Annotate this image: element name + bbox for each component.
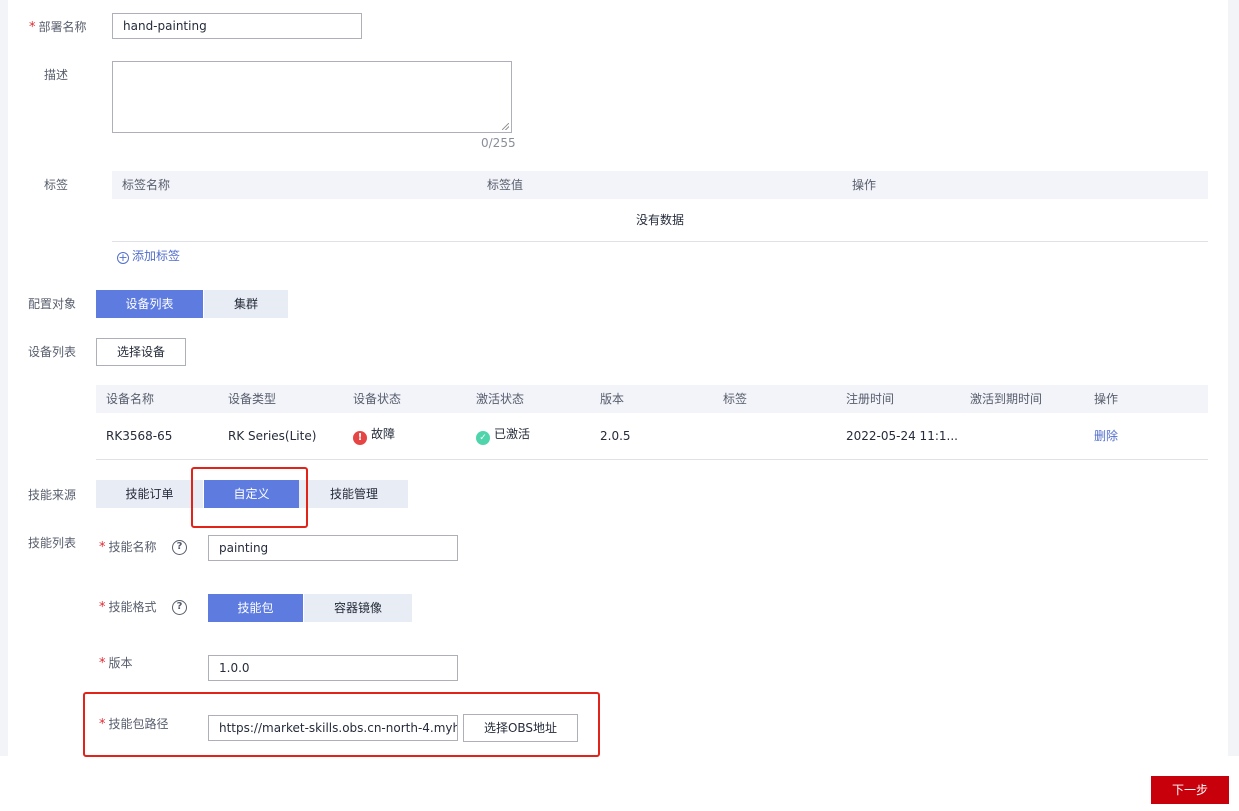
required-icon: * [99,600,106,615]
highlight-box-custom [191,467,308,528]
left-gutter [0,0,8,756]
add-tag-text: 添加标签 [132,249,181,263]
tag-col-name: 标签名称 [122,178,171,192]
device-table: 设备名称 设备类型 设备状态 激活状态 版本 标签 注册时间 激活到期时间 操作… [96,385,1208,460]
skill-format-help[interactable]: ? [172,598,187,615]
device-name-cell: RK3568-65 [106,429,173,443]
select-device-button[interactable]: 选择设备 [96,338,186,366]
deploy-name-label-text: 部署名称 [38,20,87,34]
skill-format-container[interactable]: 容器镜像 [304,594,412,622]
add-circle-icon: + [117,251,129,264]
tag-col-value: 标签值 [487,178,524,192]
config-target-cluster[interactable]: 集群 [204,290,288,318]
version-input[interactable]: 1.0.0 [208,655,458,681]
description-textarea[interactable] [112,61,512,133]
skill-format-package[interactable]: 技能包 [208,594,303,622]
device-col-version: 版本 [600,392,625,406]
description-counter: 0/255 [481,136,516,150]
device-activation-cell: ✓ 已激活 [476,426,530,445]
version-label-text: 版本 [108,656,133,670]
config-target-label: 配置对象 [28,297,77,311]
table-row: RK3568-65 RK Series(Lite) ! 故障 ✓ 已激活 2.0.5… [96,413,1208,459]
next-step-button[interactable]: 下一步 [1151,776,1229,804]
device-col-expiry: 激活到期时间 [970,392,1043,406]
skill-name-help[interactable]: ? [172,538,187,555]
skill-source-order[interactable]: 技能订单 [96,480,203,508]
check-circle-icon: ✓ [476,431,490,445]
device-col-activation: 激活状态 [476,392,525,406]
device-activation-text: 已激活 [494,427,531,441]
required-icon: * [99,540,106,555]
deploy-name-input[interactable]: hand-painting [112,13,362,39]
deploy-name-label: * 部署名称 [29,19,87,36]
device-col-action: 操作 [1094,392,1119,406]
resize-handle-icon[interactable] [502,123,509,130]
right-gutter [1228,0,1239,756]
device-registered-cell: 2022-05-24 11:1... [846,429,958,443]
delete-device-link[interactable]: 删除 [1094,428,1118,444]
device-list-label: 设备列表 [28,345,77,359]
device-status-text: 故障 [371,427,396,441]
tag-col-action: 操作 [852,178,877,192]
error-icon: ! [353,431,367,445]
device-table-header: 设备名称 设备类型 设备状态 激活状态 版本 标签 注册时间 激活到期时间 操作 [96,385,1208,413]
help-icon: ? [172,600,187,615]
tag-table: 标签名称 标签值 操作 没有数据 [112,171,1208,242]
description-label: 描述 [44,68,69,82]
version-label: * 版本 [99,655,133,672]
device-status-cell: ! 故障 [353,426,395,445]
device-col-type: 设备类型 [228,392,277,406]
device-type-cell: RK Series(Lite) [228,429,317,443]
skill-name-input[interactable]: painting [208,535,458,561]
skill-list-label: 技能列表 [28,536,77,550]
required-icon: * [99,656,106,671]
skill-source-management[interactable]: 技能管理 [300,480,408,508]
highlight-box-package-path [83,692,600,757]
required-icon: * [29,20,36,35]
tag-label: 标签 [44,178,69,192]
skill-source-label: 技能来源 [28,488,77,502]
skill-name-label-text: 技能名称 [108,540,157,554]
add-tag-link[interactable]: + 添加标签 [117,248,180,264]
device-col-registered: 注册时间 [846,392,895,406]
tag-table-empty: 没有数据 [635,213,684,227]
help-icon: ? [172,540,187,555]
device-col-name: 设备名称 [106,392,155,406]
config-target-device-list[interactable]: 设备列表 [96,290,203,318]
skill-format-label: * 技能格式 [99,599,157,616]
device-col-tag: 标签 [723,392,748,406]
device-version-cell: 2.0.5 [600,429,631,443]
device-table-divider [96,459,1208,460]
skill-format-label-text: 技能格式 [108,600,157,614]
device-col-status: 设备状态 [353,392,402,406]
tag-table-divider [112,241,1208,242]
skill-name-label: * 技能名称 [99,539,157,556]
tag-table-header: 标签名称 标签值 操作 [112,171,1208,199]
